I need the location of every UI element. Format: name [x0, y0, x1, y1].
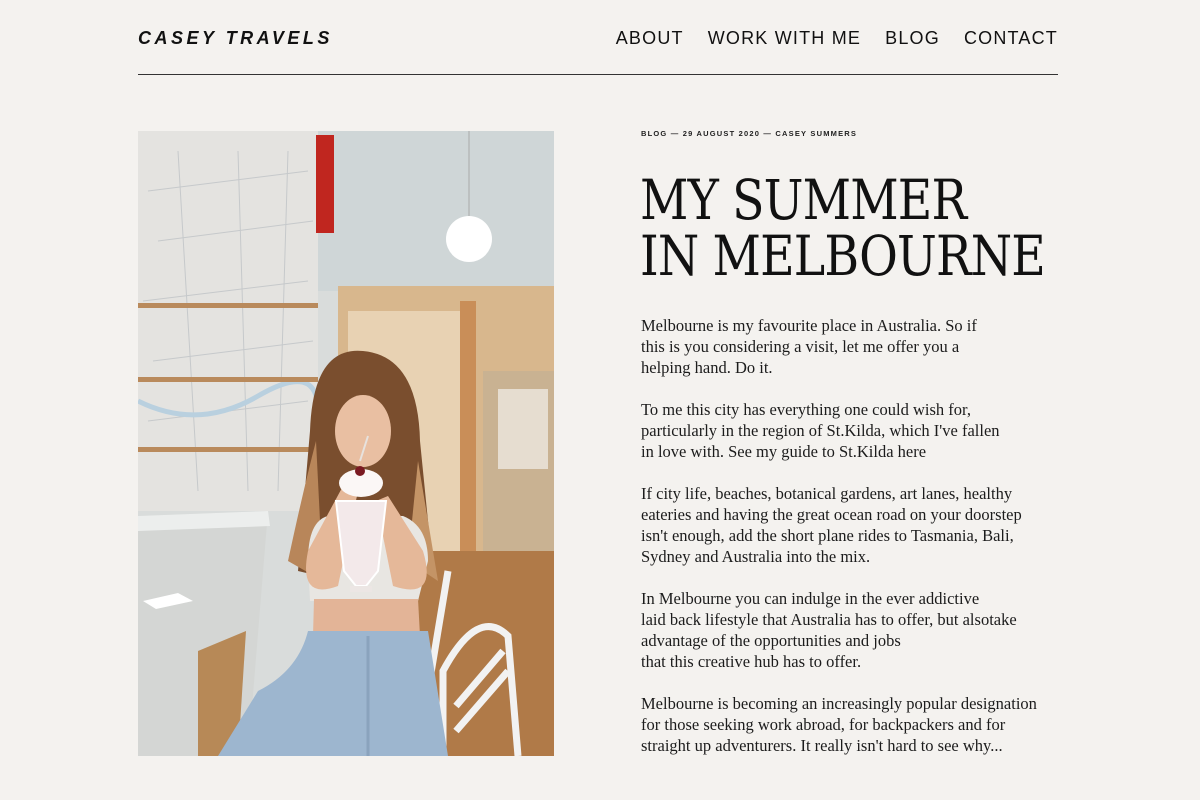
- header-divider: [138, 74, 1058, 75]
- post-title: MY SUMMER IN MELBOURNE: [640, 172, 1087, 284]
- post-paragraph: Melbourne is becoming an increasingly po…: [641, 694, 1037, 755]
- post-meta: BLOG — 29 AUGUST 2020 — CASEY SUMMERS: [641, 129, 858, 138]
- nav-work-with-me-link[interactable]: WORK WITH ME: [708, 28, 861, 49]
- post-title-text: MY SUMMER IN MELBOURNE: [640, 168, 1046, 288]
- main-nav: ABOUT WORK WITH ME BLOG CONTACT: [616, 28, 1058, 49]
- post-paragraph: To me this city has everything one could…: [641, 400, 1000, 461]
- nav-contact-link[interactable]: CONTACT: [964, 28, 1058, 49]
- hero-photo: [138, 131, 554, 756]
- post-paragraph: In Melbourne you can indulge in the ever…: [641, 589, 1017, 671]
- post-body: Melbourne is my favourite place in Austr…: [641, 315, 1091, 777]
- post-paragraph: Melbourne is my favourite place in Austr…: [641, 316, 977, 377]
- nav-blog-link[interactable]: BLOG: [885, 28, 940, 49]
- post-paragraph: If city life, beaches, botanical gardens…: [641, 484, 1022, 566]
- nav-about-link[interactable]: ABOUT: [616, 28, 684, 49]
- site-logo[interactable]: CASEY TRAVELS: [138, 28, 333, 49]
